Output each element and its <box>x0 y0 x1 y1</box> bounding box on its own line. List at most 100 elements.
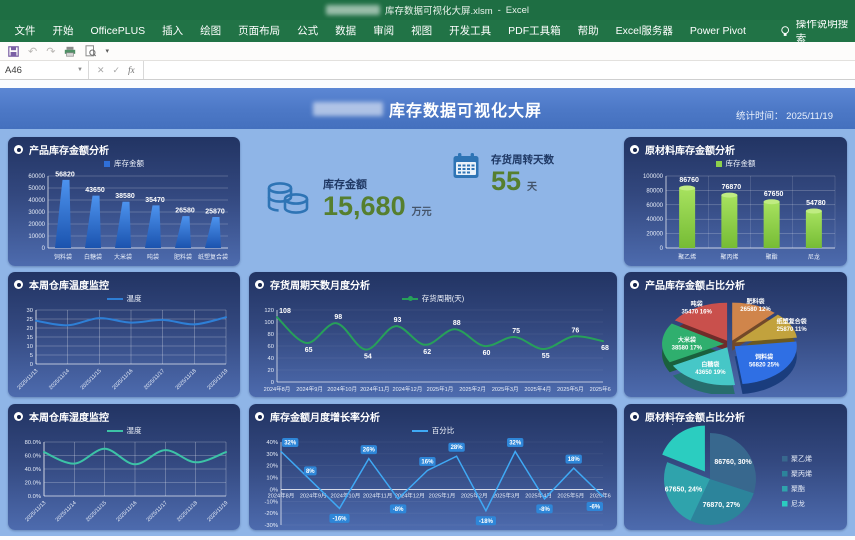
chart-text: 2025年6月 <box>590 491 611 499</box>
ribbon-tab-14[interactable]: Excel服务器 <box>607 20 681 42</box>
ribbon-tab-4[interactable]: 插入 <box>154 20 192 42</box>
kpi-inventory-amount: 库存金额 15,680万元 <box>266 176 432 220</box>
material-bar-chart[interactable]: 02000040000600008000010000086760聚乙烯76870… <box>630 170 841 262</box>
ribbon-tab-11[interactable]: 开发工具 <box>441 20 500 42</box>
chart-text: 2025/11/18 <box>175 368 198 391</box>
chart-text: 25870 <box>205 208 225 215</box>
tell-me-search[interactable]: 操作说明搜索 <box>780 16 855 46</box>
chart-text: 40 <box>268 356 274 362</box>
bullet-icon <box>14 145 23 154</box>
chart-text: 86760 <box>679 177 699 184</box>
kpi-unit: 天 <box>527 182 537 193</box>
bullet-icon <box>255 412 264 421</box>
legend-swatch <box>107 430 123 432</box>
chart-text: 聚酯 <box>791 485 805 493</box>
cancel-icon[interactable]: ✕ <box>97 65 105 76</box>
name-box-dropdown-icon[interactable]: ▼ <box>77 67 83 73</box>
growth-line-chart[interactable]: -30%-20%-10%0%10%20%30%40%2024年8月2024年9月… <box>255 437 611 529</box>
legend-swatch <box>782 486 788 492</box>
ribbon-tab-13[interactable]: 帮助 <box>569 20 607 42</box>
chart-text: 20000 <box>28 222 45 228</box>
chart-text: -16% <box>332 516 347 522</box>
undo-icon[interactable]: ↶ <box>28 45 37 58</box>
bar-cap <box>721 193 737 198</box>
cycle-line-chart[interactable]: 0204060801001202024年8月2024年9月2024年10月202… <box>255 305 611 394</box>
save-icon[interactable] <box>8 46 19 57</box>
chart-text: 76870, 27% <box>703 502 741 509</box>
chart-text: 35470 16% <box>681 309 712 315</box>
chart-text: 2024年11月 <box>360 385 389 393</box>
chart-text: 2025/11/13 <box>16 368 39 391</box>
legend-swatch <box>104 161 110 167</box>
print-preview-icon[interactable] <box>85 45 96 57</box>
product-bar-chart[interactable]: 010000200003000040000500006000056820饲料袋4… <box>14 170 234 262</box>
chart-text: 98 <box>334 314 342 321</box>
chart-text: 108 <box>279 308 291 315</box>
bar <box>55 180 71 248</box>
chart-text: 2025年1月 <box>427 385 454 393</box>
material-pie-chart[interactable]: 86760, 30%76870, 27%67650, 24%54780, 19%… <box>630 424 841 527</box>
chart-text: -8% <box>539 507 550 513</box>
customize-quick-access-icon[interactable]: ▾ <box>105 47 109 55</box>
enter-icon[interactable]: ✓ <box>113 65 121 76</box>
ribbon-tab-7[interactable]: 公式 <box>289 20 327 42</box>
ribbon-tab-1[interactable]: 文件 <box>6 20 44 42</box>
ribbon-tab-5[interactable]: 绘图 <box>192 20 230 42</box>
ribbon-tab-9[interactable]: 审阅 <box>365 20 403 42</box>
chart-text: 2025/11/15 <box>85 500 108 523</box>
chart-text: 60 <box>268 344 274 350</box>
chart-text: 5 <box>30 353 33 359</box>
product-pie-chart[interactable]: 肥料袋 26580 12%纸塑复合袋 25870 11%饲料袋56820 25%… <box>630 292 841 394</box>
sheet-bottom-strip <box>0 536 855 540</box>
chart-text: 2025/11/19 <box>206 500 229 523</box>
chart-text: 88 <box>453 320 461 327</box>
kpi-unit: 万元 <box>412 207 432 218</box>
name-box[interactable]: A46 ▼ <box>0 61 89 79</box>
chart-text: 25 <box>27 317 33 323</box>
panel-title: 原材料库存金额分析 <box>645 142 735 157</box>
chart-text: 40000 <box>28 198 45 204</box>
stat-time-label: 统计时间： <box>736 111 784 122</box>
ribbon-tab-10[interactable]: 视图 <box>403 20 441 42</box>
chart-text: 43650 <box>85 187 105 194</box>
chart-text: 10000 <box>28 234 45 240</box>
chart-text: 2024年11月 <box>363 491 392 499</box>
chart-text: 54780, 19% <box>652 424 690 425</box>
ribbon-tab-12[interactable]: PDF工具箱 <box>500 20 570 42</box>
chart-text: 2025年2月 <box>459 385 486 393</box>
chart-text: 40000 <box>646 217 663 223</box>
chart-text: 68 <box>601 345 609 352</box>
chart-text: 聚丙烯 <box>791 469 812 478</box>
chart-text: 26580 <box>175 208 195 215</box>
ribbon-tab-2[interactable]: 开始 <box>44 20 82 42</box>
sheet-top-strip <box>0 80 855 88</box>
chart-text: 40% <box>266 440 278 446</box>
bar <box>806 211 822 248</box>
redacted-filename-prefix <box>326 5 380 15</box>
ribbon-tab-3[interactable]: OfficePLUS <box>82 20 154 42</box>
formula-input[interactable] <box>144 61 855 79</box>
panel-product-inventory: 产品库存金额分析 库存金额 01000020000300004000050000… <box>8 137 240 266</box>
print-icon[interactable] <box>64 46 76 57</box>
chart-text: 20.0% <box>25 481 41 487</box>
kpi-value: 55 <box>491 166 521 196</box>
bullet-icon <box>630 145 639 154</box>
legend-swatch <box>412 430 428 432</box>
kpi-turnover-days: 存货周转天数 55天 <box>452 152 554 195</box>
humidity-line-chart[interactable]: 0.0%20.0%40.0%60.0%80.0%2025/11/132025/1… <box>14 437 234 527</box>
legend-swatch <box>402 298 418 300</box>
chart-text: 25870 11% <box>777 327 808 333</box>
panel-title: 产品库存金额占比分析 <box>645 277 745 292</box>
temperature-line-chart[interactable]: 0510152025302025/11/132025/11/142025/11/… <box>14 305 234 394</box>
redo-icon[interactable]: ↷ <box>46 45 55 58</box>
ribbon-tab-6[interactable]: 页面布局 <box>230 20 289 42</box>
chart-text: 尼龙 <box>791 499 805 508</box>
chart-text: 40.0% <box>25 467 41 473</box>
dashboard-title: 库存数据可视化大屏 <box>389 97 542 121</box>
chart-text: 120 <box>264 308 274 314</box>
chart-text: 10 <box>27 344 33 350</box>
insert-function-icon[interactable]: fx <box>128 65 135 75</box>
ribbon-tab-15[interactable]: Power Pivot <box>681 20 754 42</box>
chart-text: 2025年6月 <box>590 385 611 393</box>
ribbon-tab-8[interactable]: 数据 <box>327 20 365 42</box>
